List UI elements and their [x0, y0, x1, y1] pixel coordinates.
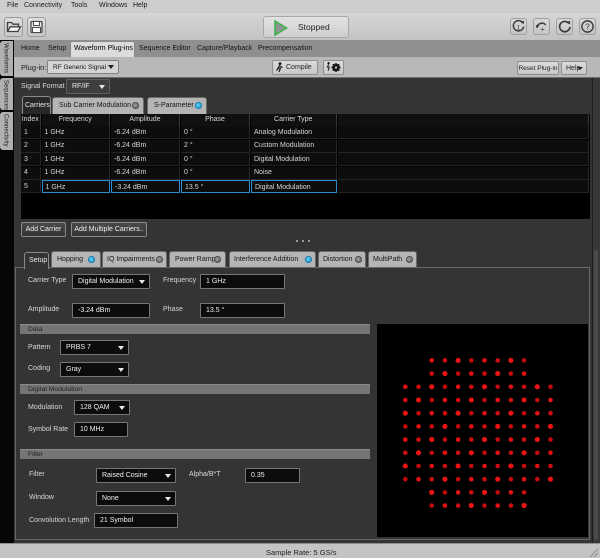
svg-text:?: ? — [585, 22, 590, 32]
svg-text:1: 1 — [517, 24, 521, 31]
svg-text:+: + — [540, 25, 545, 34]
